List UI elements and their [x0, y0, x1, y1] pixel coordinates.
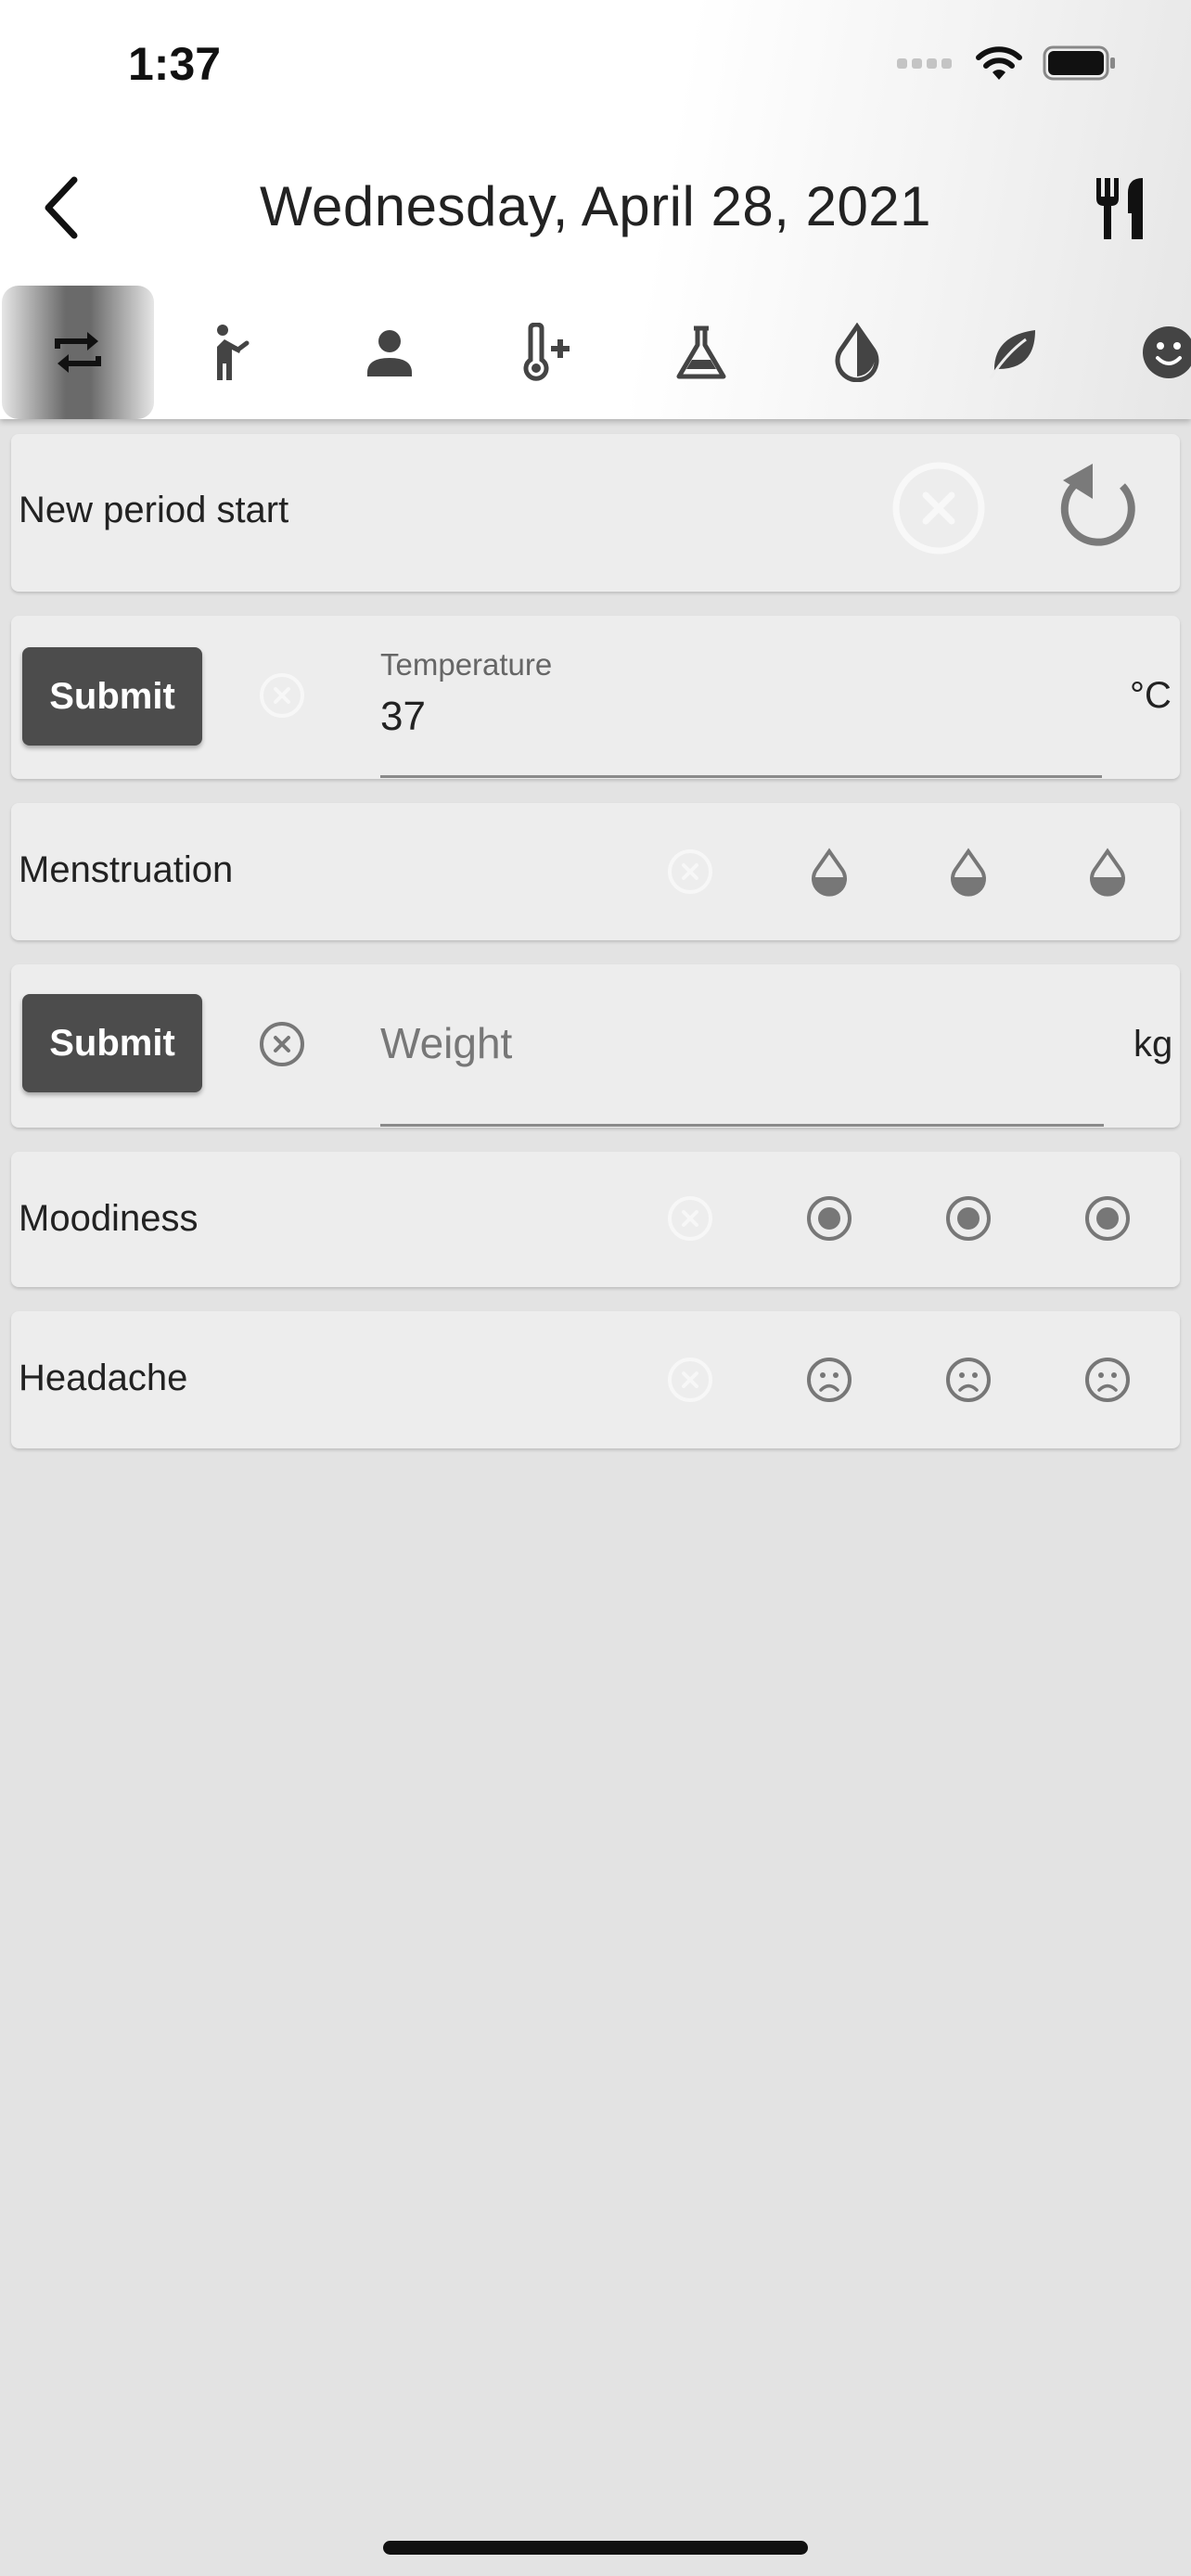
cancel-circle-icon	[260, 673, 304, 718]
moodiness-label: Moodiness	[19, 1198, 198, 1239]
half-drop-icon	[1090, 848, 1125, 897]
half-drop-icon	[951, 848, 986, 897]
temperature-field-label: Temperature	[380, 647, 553, 682]
tab-lab[interactable]	[625, 286, 777, 419]
period-start-label: New period start	[19, 490, 289, 530]
submit-weight-button[interactable]: Submit	[22, 994, 202, 1092]
thermometer-plus-icon	[523, 323, 570, 381]
stretching-person-icon	[217, 325, 250, 380]
headache-option-medium[interactable]	[942, 1354, 994, 1406]
cellular-signal-icon	[897, 57, 952, 69]
cancel-circle-icon	[260, 1022, 304, 1066]
tab-activity[interactable]	[158, 286, 310, 419]
tab-bleeding[interactable]	[781, 286, 933, 419]
cancel-circle-icon	[668, 1358, 712, 1402]
radio-button-icon	[1085, 1196, 1130, 1241]
moodiness-option-medium[interactable]	[942, 1192, 994, 1244]
fork-knife-icon	[1096, 178, 1143, 239]
leaf-icon	[989, 330, 1035, 379]
cancel-circle-icon	[892, 462, 985, 555]
headache-option-none[interactable]	[664, 1354, 716, 1406]
weight-card: Submit Weight kg	[11, 964, 1180, 1128]
home-indicator	[383, 2541, 808, 2555]
headache-option-low[interactable]	[803, 1354, 855, 1406]
menstruation-option-heavy[interactable]	[1082, 846, 1133, 898]
repeat-icon	[55, 332, 101, 373]
battery-icon	[1043, 45, 1115, 81]
page-title: Wednesday, April 28, 2021	[259, 175, 932, 237]
menstruation-option-medium[interactable]	[942, 846, 994, 898]
headache-label: Headache	[19, 1358, 188, 1398]
flask-icon	[676, 325, 726, 379]
clear-weight-button[interactable]	[256, 1018, 308, 1070]
tab-cycle[interactable]	[2, 286, 154, 419]
tab-nature[interactable]	[937, 286, 1089, 419]
moodiness-option-low[interactable]	[803, 1192, 855, 1244]
radio-button-icon	[807, 1196, 852, 1241]
sad-face-icon	[1085, 1358, 1130, 1402]
tab-temperature[interactable]	[469, 286, 621, 419]
half-drop-icon	[835, 323, 879, 382]
smiley-icon	[1143, 326, 1191, 378]
temperature-input[interactable]: 37	[380, 694, 426, 740]
food-log-button[interactable]	[1091, 176, 1158, 241]
tab-profile[interactable]	[314, 286, 466, 419]
refresh-icon	[1060, 464, 1135, 546]
wifi-icon	[976, 46, 1022, 80]
period-start-card: New period start	[11, 434, 1180, 592]
category-tab-bar	[0, 286, 1191, 419]
status-time: 1:37	[128, 38, 222, 90]
menstruation-card: Menstruation	[11, 803, 1180, 940]
radio-button-icon	[946, 1196, 991, 1241]
headache-card: Headache	[11, 1311, 1180, 1448]
cancel-circle-icon	[668, 849, 712, 894]
temperature-unit: °C	[1130, 675, 1172, 716]
weight-unit: kg	[1133, 1024, 1173, 1065]
weight-input[interactable]: Weight	[380, 1018, 512, 1068]
sad-face-icon	[946, 1358, 991, 1402]
clear-period-button[interactable]	[892, 462, 985, 555]
moodiness-card: Moodiness	[11, 1152, 1180, 1287]
headache-option-high[interactable]	[1082, 1354, 1133, 1406]
moodiness-option-none[interactable]	[664, 1192, 716, 1244]
menstruation-option-light[interactable]	[803, 846, 855, 898]
person-icon	[367, 330, 412, 376]
tab-mood[interactable]	[1093, 286, 1191, 419]
half-drop-icon	[812, 848, 847, 897]
menstruation-option-none[interactable]	[664, 846, 716, 898]
status-icons	[897, 45, 1117, 82]
weight-underline	[380, 1124, 1104, 1127]
cancel-circle-icon	[668, 1196, 712, 1241]
sad-face-icon	[807, 1358, 852, 1402]
submit-temperature-button[interactable]: Submit	[22, 647, 202, 746]
reset-period-button[interactable]	[1050, 460, 1146, 556]
clear-temperature-button[interactable]	[256, 670, 308, 721]
moodiness-option-high[interactable]	[1082, 1192, 1133, 1244]
menstruation-label: Menstruation	[19, 849, 234, 890]
app-header: 1:37 Wednesday, April 28, 2021	[0, 0, 1191, 419]
temperature-underline	[380, 775, 1102, 778]
temperature-card: Submit Temperature 37 °C	[11, 616, 1180, 779]
